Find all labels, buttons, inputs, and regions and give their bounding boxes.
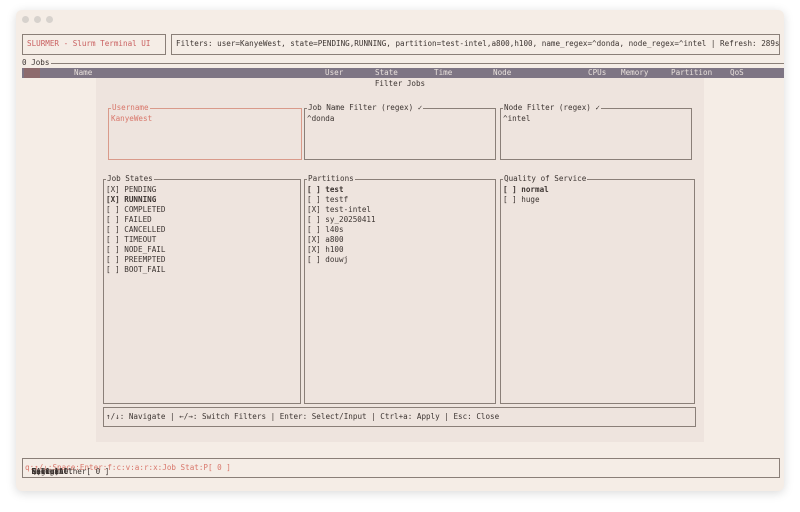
job-state-option[interactable]: [ ] PREEMPTED (106, 255, 165, 265)
keybinding-status-bar: q: Quit ↑/↓: Navigate Space: Select Ente… (22, 458, 780, 478)
job-state-option[interactable]: [X] RUNNING (106, 195, 165, 205)
filter-jobs-modal: Filter Jobs Username KanyeWest Job Name … (96, 78, 704, 442)
qos-list: [ ] normal[ ] huge (503, 185, 549, 205)
modal-help-box: ↑/↓: Navigate | ←/→: Switch Filters | En… (103, 407, 696, 427)
qos-box: Quality of Service [ ] normal[ ] huge (500, 174, 695, 404)
status-key: v: (125, 463, 135, 472)
job-state-option[interactable]: [ ] BOOT_FAIL (106, 265, 165, 275)
partition-option[interactable]: [ ] douwj (307, 255, 376, 265)
col-time[interactable]: Time (434, 68, 452, 78)
app-title: SLURMER - Slurm Terminal UI (27, 39, 151, 48)
node-filter-box[interactable]: Node Filter (regex) ✓ ^intel (500, 103, 692, 160)
close-window-dot[interactable] (22, 16, 29, 23)
status-key: P[ 0 ] (203, 463, 231, 472)
partition-option[interactable]: [ ] test (307, 185, 376, 195)
job-state-option[interactable]: [ ] NODE_FAIL (106, 245, 165, 255)
job-states-list: [X] PENDING [X] RUNNING[ ] COMPLETED[ ] F… (106, 185, 165, 275)
active-filters-box: Filters: user=KanyeWest, state=PENDING,R… (171, 34, 780, 55)
col-cpus[interactable]: CPUs (588, 68, 606, 78)
node-input[interactable]: ^intel (503, 114, 530, 124)
col-partition[interactable]: Partition (671, 68, 712, 78)
active-filters-text: Filters: user=KanyeWest, state=PENDING,R… (176, 39, 780, 48)
col-node[interactable]: Node (493, 68, 511, 78)
window-controls (22, 16, 53, 23)
job-state-option[interactable]: [ ] TIMEOUT (106, 235, 165, 245)
col-memory[interactable]: Memory (621, 68, 648, 78)
jobs-table-header: Name User State Time Node CPUs Memory Pa… (22, 68, 784, 78)
partition-option[interactable]: [ ] l40s (307, 225, 376, 235)
modal-title: Filter Jobs (374, 79, 426, 88)
partition-option[interactable]: [ ] sy_20250411 (307, 215, 376, 225)
job-states-box: Job States [X] PENDING [X] RUNNING[ ] COM… (103, 174, 301, 404)
status-key: r: (143, 463, 154, 472)
job-states-label: Job States (106, 174, 154, 184)
maximize-window-dot[interactable] (46, 16, 53, 23)
minimize-window-dot[interactable] (34, 16, 41, 23)
partition-option[interactable]: [ ] testf (307, 195, 376, 205)
select-column-header (24, 68, 40, 78)
qos-option[interactable]: [ ] huge (503, 195, 549, 205)
app-title-box: SLURMER - Slurm Terminal UI (22, 34, 166, 55)
status-key: c: (116, 463, 126, 472)
username-input[interactable]: KanyeWest (111, 114, 152, 124)
status-key: a: (134, 463, 144, 472)
keybinding-hints: q: Quit ↑/↓: Navigate Space: Select Ente… (25, 463, 231, 476)
status-text: R[ 0 ] Other[ 0 ] (27, 467, 110, 476)
username-filter-box[interactable]: Username KanyeWest (108, 103, 302, 160)
col-user[interactable]: User (325, 68, 343, 78)
username-label: Username (111, 103, 150, 113)
jobs-count: 0 Jobs (22, 58, 52, 68)
job-name-label: Job Name Filter (regex) ✓ (307, 103, 424, 113)
partitions-box: Partitions [ ] test[ ] testf [X] test-int… (304, 174, 496, 404)
qos-option[interactable]: [ ] normal (503, 185, 549, 195)
partition-option[interactable]: [X] test-intel (307, 205, 376, 215)
partitions-label: Partitions (307, 174, 355, 184)
job-state-option[interactable]: [ ] FAILED (106, 215, 165, 225)
col-qos[interactable]: QoS (730, 68, 744, 78)
terminal-window: SLURMER - Slurm Terminal UI Filters: use… (16, 10, 784, 491)
job-state-option[interactable]: [X] PENDING (106, 185, 165, 195)
partition-option[interactable]: [X] a800 (307, 235, 376, 245)
job-state-option[interactable]: [ ] COMPLETED (106, 205, 165, 215)
status-key: Job Stat: (162, 463, 204, 472)
job-name-filter-box[interactable]: Job Name Filter (regex) ✓ ^donda (304, 103, 496, 160)
status-key: x: (153, 463, 163, 472)
jobs-divider (22, 63, 784, 64)
partitions-list: [ ] test[ ] testf [X] test-intel[ ] sy_20… (307, 185, 376, 265)
col-state[interactable]: State (375, 68, 398, 78)
modal-help-text: ↑/↓: Navigate | ←/→: Switch Filters | En… (106, 412, 500, 421)
qos-label: Quality of Service (503, 174, 588, 184)
job-name-input[interactable]: ^donda (307, 114, 334, 124)
node-label: Node Filter (regex) ✓ (503, 103, 602, 113)
col-name[interactable]: Name (74, 68, 92, 78)
job-state-option[interactable]: [ ] CANCELLED (106, 225, 165, 235)
partition-option[interactable]: [X] h100 (307, 245, 376, 255)
